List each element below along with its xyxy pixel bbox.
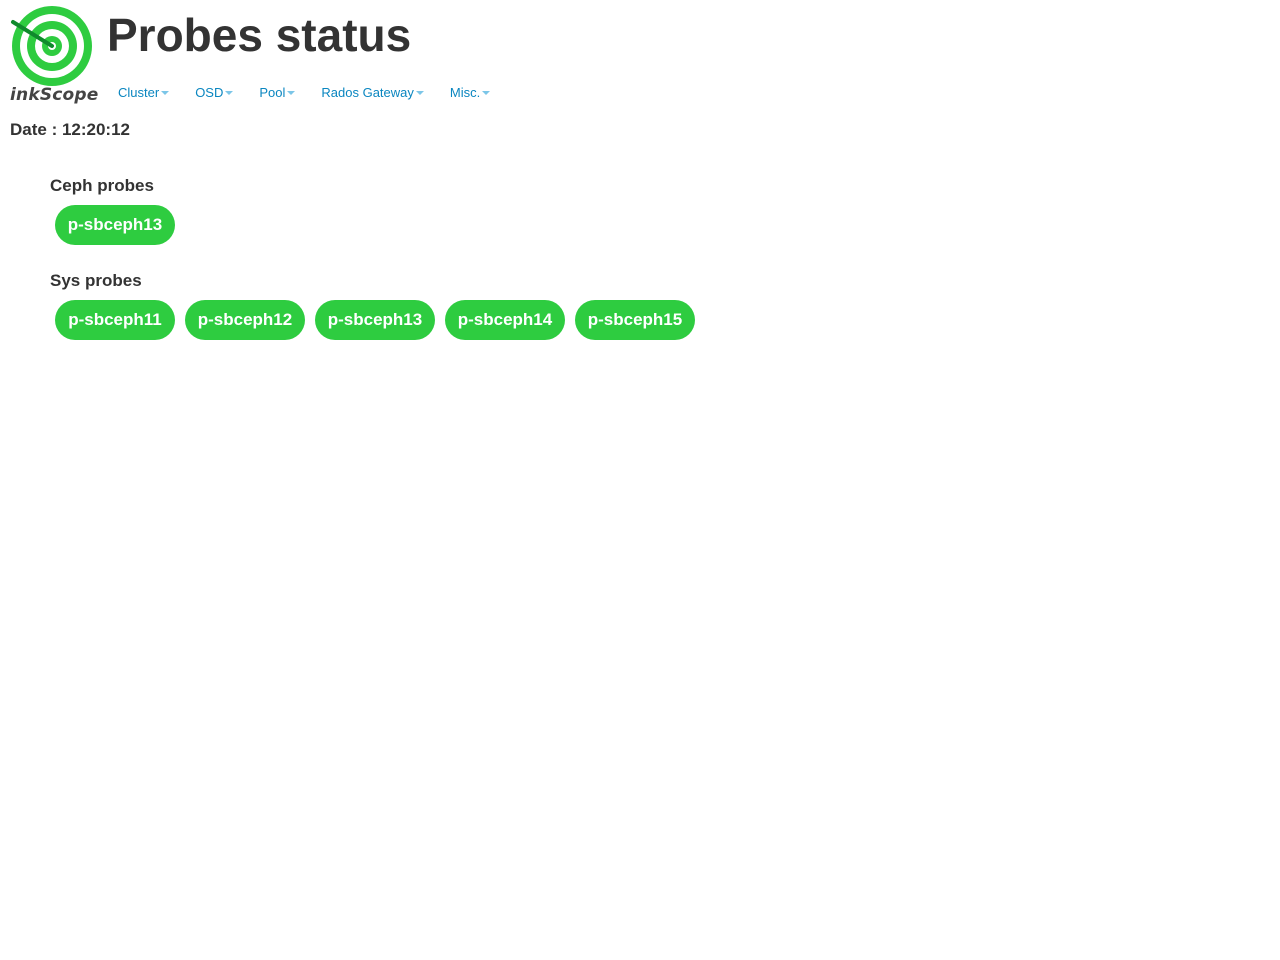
probe-badge[interactable]: p-sbceph13 (315, 300, 435, 340)
nav-item-label: Misc. (449, 84, 481, 100)
main-navbar: Cluster OSD Pool Rados Gateway Misc. (118, 83, 516, 101)
caret-down-icon (161, 91, 170, 95)
nav-item-rados-gateway[interactable]: Rados Gateway (321, 83, 424, 101)
probe-badge[interactable]: p-sbceph12 (185, 300, 305, 340)
section-title: Sys probes (50, 271, 142, 290)
section-title: Ceph probes (50, 176, 154, 195)
nav-item-cluster[interactable]: Cluster (118, 83, 170, 101)
target-icon (11, 6, 92, 86)
nav-item-label: Pool (259, 84, 286, 100)
page-title: Probes status (107, 9, 412, 61)
caret-down-icon (482, 91, 491, 95)
page: inkScope Probes status Cluster OSD Pool … (0, 0, 1280, 960)
nav-item-pool[interactable]: Pool (259, 83, 296, 101)
nav-item-label: Cluster (118, 84, 160, 100)
ceph-probe-list: p-sbceph13 (55, 205, 175, 245)
ceph-probes-section: Ceph probes p-sbceph13 (50, 176, 175, 245)
probe-badge[interactable]: p-sbceph11 (55, 300, 175, 340)
nav-item-label: OSD (195, 84, 224, 100)
nav-item-label: Rados Gateway (321, 84, 414, 100)
sys-probe-list: p-sbceph11 p-sbceph12 p-sbceph13 p-sbcep… (55, 300, 695, 340)
nav-item-misc[interactable]: Misc. (449, 83, 491, 101)
probe-badge[interactable]: p-sbceph13 (55, 205, 175, 245)
date-display: Date : 12:20:12 (10, 120, 131, 139)
probe-badge[interactable]: p-sbceph14 (445, 300, 565, 340)
caret-down-icon (287, 91, 296, 95)
logo-text: inkScope (10, 85, 99, 105)
caret-down-icon (415, 91, 424, 95)
sys-probes-section: Sys probes p-sbceph11 p-sbceph12 p-sbcep… (50, 271, 695, 340)
probe-badge[interactable]: p-sbceph15 (575, 300, 695, 340)
inkscope-logo[interactable]: inkScope (10, 4, 99, 108)
nav-item-osd[interactable]: OSD (195, 83, 234, 101)
caret-down-icon (225, 91, 234, 95)
